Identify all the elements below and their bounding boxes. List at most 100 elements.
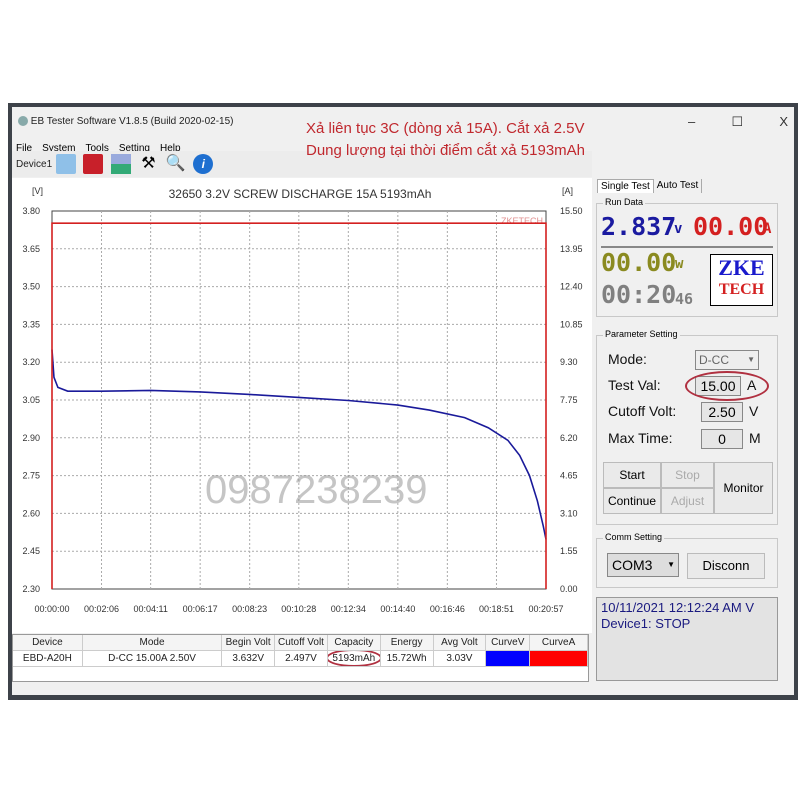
table-cell: 5193mAh: [327, 651, 381, 666]
column-header[interactable]: CurveV: [486, 635, 531, 650]
mode-select[interactable]: D-CC ▼: [695, 350, 759, 370]
table-cell: 15.72Wh: [381, 651, 434, 666]
y-tick-left: 3.20: [22, 357, 40, 367]
current-unit: A: [763, 221, 772, 237]
chevron-down-icon: ▼: [747, 355, 755, 364]
x-tick: 00:20:57: [528, 604, 563, 614]
corner-label: ZKETECH: [501, 216, 543, 226]
table-cell: 3.632V: [222, 651, 276, 666]
y-tick-right: 13.95: [560, 244, 583, 254]
logo-text: ZKE: [718, 255, 765, 280]
chevron-down-icon: ▼: [667, 560, 675, 569]
y-tick-right: 12.40: [560, 282, 583, 292]
y-tick-right: 10.85: [560, 319, 583, 329]
highlight-ellipse: [685, 371, 769, 401]
x-tick: 00:04:11: [133, 604, 167, 614]
column-header[interactable]: Energy: [380, 635, 434, 650]
y-tick-left: 2.45: [22, 546, 40, 556]
y-tick-left: 3.50: [22, 282, 40, 292]
y-axis-label-left: [V]: [32, 186, 43, 196]
power-unit: w: [675, 256, 684, 272]
y-tick-right: 4.65: [560, 471, 578, 481]
y-tick-right: 7.75: [560, 395, 578, 405]
results-table: Device Mode Begin Volt Cutoff Volt Capacity E…: [12, 634, 589, 682]
y-tick-right: 1.55: [560, 546, 578, 556]
test-val-label: Test Val:: [608, 377, 661, 393]
voltage-display: 2.837: [601, 212, 677, 241]
x-tick: 00:02:06: [84, 604, 119, 614]
max-time-input[interactable]: 0: [701, 429, 743, 449]
max-time-unit: M: [749, 430, 761, 446]
curve-a-swatch: [530, 651, 588, 666]
log-line: Device1: STOP: [601, 616, 691, 631]
table-cell: 3.03V: [434, 651, 487, 666]
highlight-ellipse: [327, 651, 380, 666]
y-tick-right: 0.00: [560, 584, 578, 594]
y-tick-right: 6.20: [560, 433, 578, 443]
x-tick: 00:06:17: [183, 604, 218, 614]
column-header[interactable]: Avg Volt: [433, 635, 487, 650]
disconnect-button[interactable]: Disconn: [687, 553, 765, 579]
current-display: 00.00: [693, 212, 769, 241]
x-tick: 00:00:00: [34, 604, 69, 614]
com-port-value: COM3: [612, 557, 653, 573]
stop-button[interactable]: Stop: [661, 462, 714, 488]
start-button[interactable]: Start: [603, 462, 661, 488]
comm-setting-label: Comm Setting: [603, 532, 665, 542]
y-tick-left: 3.65: [22, 244, 40, 254]
comm-setting-group: Comm Setting COM3 ▼ Disconn: [596, 532, 778, 588]
x-tick: 00:18:51: [479, 604, 514, 614]
continue-button[interactable]: Continue: [603, 488, 661, 514]
adjust-button[interactable]: Adjust: [661, 488, 714, 514]
cutoff-volt-input[interactable]: 2.50: [701, 402, 743, 422]
panel-tabs: Single Test Auto Test: [597, 179, 703, 193]
zke-logo: ZKE TECH: [710, 254, 773, 306]
y-tick-left: 2.90: [22, 433, 40, 443]
voltage-unit: v: [674, 221, 683, 237]
mode-label: Mode:: [608, 351, 647, 367]
column-header[interactable]: Capacity: [327, 635, 381, 650]
power-display: 00.00: [601, 248, 677, 277]
x-tick: 00:12:34: [331, 604, 366, 614]
x-tick: 00:08:23: [232, 604, 267, 614]
y-tick-left: 2.60: [22, 508, 40, 518]
y-tick-right: 9.30: [560, 357, 578, 367]
y-tick-left: 3.80: [22, 206, 40, 216]
chart-title: 32650 3.2V SCREW DISCHARGE 15A 5193mAh: [169, 187, 432, 201]
column-header[interactable]: Cutoff Volt: [275, 635, 328, 650]
watermark: 0987238239: [205, 468, 428, 512]
table-cell: 2.497V: [275, 651, 328, 666]
tab-auto-test[interactable]: Auto Test: [654, 179, 703, 193]
table-cell: EBD-A20H: [13, 651, 83, 666]
y-tick-left: 3.35: [22, 319, 40, 329]
run-data-label: Run Data: [603, 197, 646, 207]
x-tick: 00:16:46: [430, 604, 465, 614]
column-header[interactable]: Mode: [82, 635, 223, 650]
column-header[interactable]: Device: [13, 635, 83, 650]
status-log: 10/11/2021 12:12:24 AM V Device1: STOP: [596, 597, 778, 681]
y-tick-right: 3.10: [560, 508, 578, 518]
time-display: 00:20: [601, 280, 677, 309]
column-header[interactable]: Begin Volt: [222, 635, 276, 650]
y-tick-left: 3.05: [22, 395, 40, 405]
x-tick: 00:14:40: [380, 604, 415, 614]
table-cell: D-CC 15.00A 2.50V: [83, 651, 223, 666]
x-tick: 00:10:28: [281, 604, 316, 614]
tab-single-test[interactable]: Single Test: [597, 179, 654, 193]
monitor-button[interactable]: Monitor: [714, 462, 773, 514]
column-header[interactable]: CurveA: [530, 635, 588, 650]
run-data-group: Run Data 2.837 v 00.00 A 00.00 w 00:20 4…: [596, 197, 778, 317]
seconds-display: 46: [675, 290, 694, 308]
cutoff-volt-label: Cutoff Volt:: [608, 403, 677, 419]
y-tick-left: 2.30: [22, 584, 40, 594]
com-port-select[interactable]: COM3 ▼: [607, 553, 679, 577]
cutoff-volt-unit: V: [749, 403, 759, 419]
mode-value: D-CC: [699, 353, 729, 367]
log-line: 10/11/2021 12:12:24 AM V: [601, 600, 754, 615]
parameter-setting-group: Parameter Setting Mode: D-CC ▼ Test Val: …: [596, 329, 778, 525]
logo-subtext: TECH: [718, 281, 765, 298]
y-tick-left: 2.75: [22, 471, 40, 481]
curve-v-swatch: [486, 651, 531, 666]
max-time-label: Max Time:: [608, 430, 673, 446]
y-axis-label-right: [A]: [562, 186, 573, 196]
